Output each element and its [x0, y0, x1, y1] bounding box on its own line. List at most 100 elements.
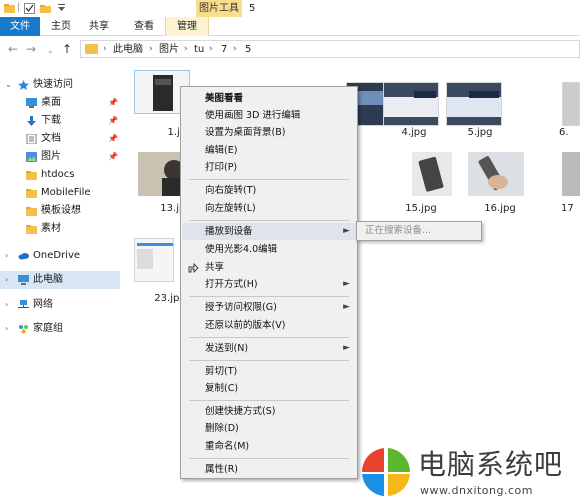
tab-file[interactable]: 文件	[0, 17, 40, 36]
navigation-pane: ⌄ 快速访问 桌面 📌 下载 📌 文档 📌 图片 📌 htdocs Mobile…	[0, 62, 120, 501]
menu-item-copy[interactable]: 复制(C)	[182, 380, 356, 397]
tab-manage[interactable]: 管理	[165, 17, 209, 36]
menu-item-cut[interactable]: 剪切(T)	[182, 363, 356, 380]
download-arrow-icon	[27, 116, 36, 126]
up-arrow-icon[interactable]: ↑	[62, 42, 72, 56]
nav-item-template[interactable]: 模板设想	[0, 202, 120, 220]
nav-onedrive[interactable]: › OneDrive	[0, 247, 120, 265]
breadcrumb-separator-icon[interactable]: ›	[209, 43, 213, 56]
menu-item-rotate-left[interactable]: 向左旋转(L)	[182, 200, 356, 217]
nav-this-pc[interactable]: › 此电脑	[0, 271, 120, 289]
chevron-down-icon[interactable]: ⌄	[5, 76, 12, 94]
nav-item-pictures[interactable]: 图片 📌	[0, 148, 120, 166]
file-label-5[interactable]: 5.jpg	[450, 127, 510, 138]
tab-home[interactable]: 主页	[46, 17, 76, 36]
forward-arrow-icon[interactable]: →	[26, 42, 36, 56]
chevron-right-icon[interactable]: ›	[5, 247, 8, 265]
file-thumbnail-5[interactable]	[446, 82, 502, 126]
menu-item-properties[interactable]: 属性(R)	[182, 461, 356, 478]
nav-item-mobilefile[interactable]: MobileFile	[0, 184, 120, 202]
qat-dropdown-icon[interactable]	[56, 3, 67, 14]
breadcrumb-7[interactable]: 7	[221, 43, 227, 56]
nav-item-materials[interactable]: 素材	[0, 220, 120, 238]
pin-icon[interactable]: 📌	[108, 148, 118, 166]
nav-item-desktop[interactable]: 桌面 📌	[0, 94, 120, 112]
phone-hand-thumbnail-icon	[468, 152, 524, 196]
breadcrumb-separator-icon[interactable]: ›	[103, 43, 107, 56]
breadcrumb-tu[interactable]: tu	[194, 43, 204, 56]
menu-item-edit-lightshadow[interactable]: 使用光影4.0编辑	[182, 241, 356, 258]
menu-separator	[189, 337, 349, 338]
menu-item-set-wallpaper[interactable]: 设置为桌面背景(B)	[182, 124, 356, 141]
star-icon	[18, 80, 29, 90]
phone-thumbnail-icon	[412, 152, 452, 196]
new-folder-icon[interactable]	[40, 3, 51, 14]
file-thumbnail-16[interactable]	[468, 152, 524, 196]
chevron-right-icon[interactable]: ›	[5, 296, 8, 314]
menu-item-label: 授予访问权限(G)	[205, 302, 277, 313]
menu-item-give-access[interactable]: 授予访问权限(G) ►	[182, 299, 356, 316]
nav-item-documents[interactable]: 文档 📌	[0, 130, 120, 148]
breadcrumb-separator-icon[interactable]: ›	[184, 43, 188, 56]
menu-item-print[interactable]: 打印(P)	[182, 159, 356, 176]
address-bar[interactable]: › 此电脑 › 图片 › tu › 7 › 5	[80, 40, 580, 58]
pin-icon[interactable]: 📌	[108, 112, 118, 130]
menu-item-create-shortcut[interactable]: 创建快捷方式(S)	[182, 403, 356, 420]
pin-icon[interactable]: 📌	[108, 94, 118, 112]
qat-separator: |	[17, 2, 21, 13]
nav-network[interactable]: › 网络	[0, 296, 120, 314]
chevron-right-icon[interactable]: ›	[5, 271, 8, 289]
nav-item-htdocs[interactable]: htdocs	[0, 166, 120, 184]
file-label-6[interactable]: 6.	[559, 127, 580, 138]
folder-icon	[26, 207, 37, 216]
breadcrumb-5[interactable]: 5	[245, 43, 251, 56]
menu-item-label: 播放到设备	[205, 226, 253, 237]
menu-item-delete[interactable]: 删除(D)	[182, 420, 356, 437]
pin-icon[interactable]: 📌	[108, 130, 118, 148]
file-thumbnail-23[interactable]	[134, 238, 174, 282]
breadcrumb-this-pc[interactable]: 此电脑	[113, 43, 143, 56]
tab-view[interactable]: 查看	[129, 17, 159, 36]
file-thumbnail-4[interactable]	[383, 82, 439, 126]
menu-item-share[interactable]: 共享	[182, 259, 356, 276]
nav-quick-access[interactable]: ⌄ 快速访问	[0, 76, 120, 94]
menu-separator	[189, 179, 349, 180]
menu-separator	[189, 360, 349, 361]
file-label-16[interactable]: 16.jpg	[470, 203, 530, 214]
pictures-icon	[26, 152, 37, 162]
recent-locations-chevron-icon[interactable]: ⌄	[47, 44, 54, 58]
folder-icon	[85, 44, 98, 54]
vivo-event-thumbnail-icon	[447, 83, 501, 125]
menu-item-rotate-right[interactable]: 向右旋转(T)	[182, 182, 356, 199]
document-icon	[26, 134, 37, 144]
menu-item-open-with[interactable]: 打开方式(H) ►	[182, 276, 356, 293]
ribbon-tabs: 文件 主页 共享 查看 管理	[0, 17, 580, 36]
menu-item-restore-versions[interactable]: 还原以前的版本(V)	[182, 317, 356, 334]
chevron-right-icon[interactable]: ›	[5, 320, 8, 338]
menu-item-edit-paint3d[interactable]: 使用画图 3D 进行编辑	[182, 107, 356, 124]
menu-item-edit[interactable]: 编辑(E)	[182, 142, 356, 159]
back-arrow-icon[interactable]: ←	[8, 42, 18, 56]
menu-item-cast-to-device[interactable]: 播放到设备 ►	[182, 223, 356, 240]
file-label-15[interactable]: 15.jpg	[391, 203, 451, 214]
menu-item-rename[interactable]: 重命名(M)	[182, 438, 356, 455]
folder-icon	[26, 225, 37, 234]
file-thumbnail-6[interactable]	[562, 82, 580, 126]
nav-item-downloads[interactable]: 下载 📌	[0, 112, 120, 130]
breadcrumb-separator-icon[interactable]: ›	[233, 43, 237, 56]
checkbox-icon[interactable]	[24, 3, 35, 14]
submenu-item-searching: 正在搜索设备...	[365, 225, 432, 236]
menu-item-send-to[interactable]: 发送到(N) ►	[182, 340, 356, 357]
nav-homegroup[interactable]: › 家庭组	[0, 320, 120, 338]
file-label-17[interactable]: 17	[561, 203, 580, 214]
file-thumbnail-15[interactable]	[412, 152, 452, 196]
menu-item-meitu-viewer[interactable]: 美图看看	[182, 90, 356, 107]
breadcrumb-pictures[interactable]: 图片	[159, 43, 179, 56]
menu-item-label: 共享	[205, 262, 225, 273]
breadcrumb-separator-icon[interactable]: ›	[149, 43, 153, 56]
file-thumbnail-17[interactable]	[562, 152, 580, 196]
cloud-icon	[18, 253, 29, 260]
tab-share[interactable]: 共享	[84, 17, 114, 36]
chevron-right-icon: ►	[343, 302, 350, 312]
file-label-4[interactable]: 4.jpg	[384, 127, 444, 138]
